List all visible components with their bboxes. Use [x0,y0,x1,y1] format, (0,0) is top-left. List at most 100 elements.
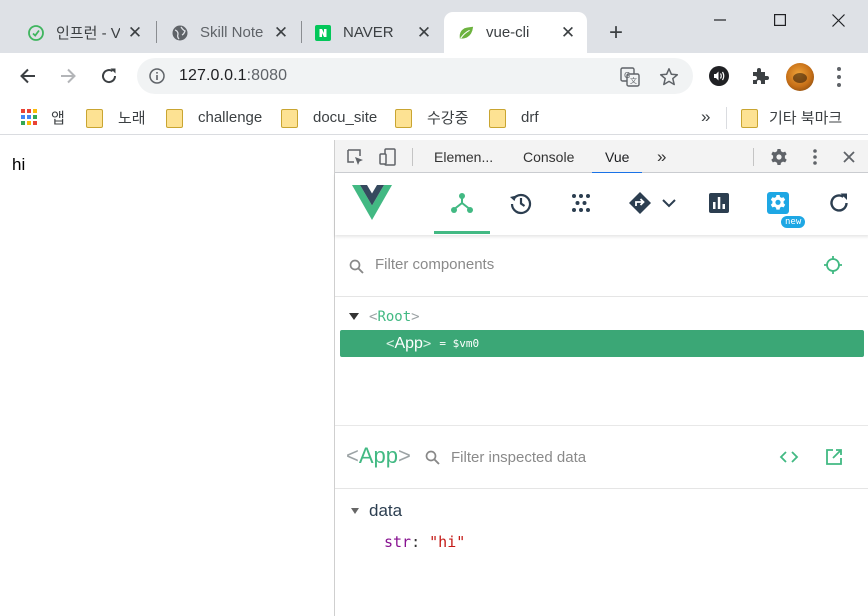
vuex-dots-icon[interactable] [567,189,595,217]
tag-close-bracket: > [422,335,432,352]
vue-logo-icon [352,185,392,225]
new-badge: new [781,216,806,228]
close-icon[interactable]: ✕ [126,23,144,42]
extensions-puzzle-icon[interactable] [748,64,772,88]
inflearn-icon [28,24,44,41]
vm-reference: = $vm0 [439,337,480,350]
menu-icon[interactable] [829,65,849,89]
app-component-name: App [394,334,423,352]
reload-button[interactable] [94,61,124,91]
toolbar-divider [753,148,754,166]
folder-icon [166,108,183,128]
new-tab-button[interactable]: + [603,19,629,46]
open-in-editor-icon[interactable] [825,448,843,471]
bookmark-label: 수강중 [427,109,469,127]
bookmarks-overflow-button[interactable]: » [701,106,710,128]
router-diamond-icon[interactable] [626,189,654,217]
spring-leaf-icon [458,25,474,41]
minimize-button[interactable] [697,0,743,40]
globe-icon [172,25,188,41]
devtools-panel: Elemen... Console Vue » new Filter compo… [334,140,868,616]
bookmark-label: 기타 북마크 [769,109,843,127]
settings-gear-icon[interactable] [768,146,790,168]
tab-title: 인프런 - V [56,25,120,42]
vue-devtools-toolbar: new [335,173,868,235]
tab-skill-note[interactable]: Skill Note ✕ [158,12,300,53]
tab-naver[interactable]: NAVER ✕ [301,12,443,53]
components-tab-icon[interactable] [434,189,490,234]
code-brackets-icon[interactable] [779,448,799,471]
tree-node-root[interactable]: < Root > [340,303,864,330]
close-devtools-icon[interactable] [838,146,860,168]
folder-icon [86,108,103,128]
component-filter-bar: Filter components [335,235,868,297]
tab-inflearn[interactable]: 인프런 - V ✕ [14,12,154,53]
bookmark-folder-challenge[interactable]: challenge [166,106,262,128]
inspector-header: <App> Filter inspected data [335,426,868,489]
avatar[interactable] [786,63,814,91]
folder-icon [489,108,506,128]
bookmark-apps[interactable]: 앱 [21,106,65,128]
close-icon[interactable]: ✕ [559,23,577,42]
performance-chart-icon[interactable] [705,189,733,217]
close-icon[interactable]: ✕ [272,23,290,42]
info-icon[interactable] [149,68,165,84]
filter-inspected-data-input[interactable]: Filter inspected data [451,449,586,466]
search-icon [425,450,440,470]
tab-vue[interactable]: Vue [592,140,643,174]
forward-button[interactable] [53,61,83,91]
bookmark-label: drf [521,108,539,126]
close-window-button[interactable] [815,0,861,40]
filter-components-input[interactable]: Filter components [375,256,494,273]
bookmark-folder-song[interactable]: 노래 [86,106,146,128]
bookmark-divider [726,107,727,129]
tag-close-bracket: > [411,308,420,325]
bookmark-other[interactable]: 기타 북마크 [741,106,842,128]
naver-icon [315,24,331,41]
kebab-menu-icon[interactable] [804,146,826,168]
browser-toolbar: 127.0.0.1:8080 G文 [0,53,868,99]
back-button[interactable] [13,61,43,91]
bookmark-folder-studying[interactable]: 수강중 [395,106,468,128]
back-arrow-icon [20,68,35,84]
bookmark-star-icon[interactable] [658,66,680,88]
expand-triangle-icon[interactable] [351,508,359,514]
svg-text:文: 文 [630,76,637,85]
more-tabs-button[interactable]: » [657,140,666,173]
folder-icon [281,108,298,128]
data-section-toggle[interactable]: data [351,501,402,521]
translate-icon[interactable]: G文 [619,66,641,88]
tree-node-app[interactable]: < App > = $vm0 [340,330,864,357]
audio-extension-icon[interactable] [707,64,731,88]
close-icon[interactable]: ✕ [415,23,433,42]
device-toolbar-icon[interactable] [377,146,399,168]
expand-triangle-icon[interactable] [349,313,359,320]
property-key: str [384,533,412,551]
search-icon [349,259,364,279]
tab-console[interactable]: Console [523,140,574,173]
data-property-row[interactable]: str: "hi" [384,533,465,551]
bookmarks-bar: 앱 노래 challenge docu_site 수강중 drf » 기타 북마… [0,99,868,135]
address-bar[interactable]: 127.0.0.1:8080 G文 [137,58,693,94]
settings-cog-icon[interactable] [764,189,792,217]
bookmark-folder-drf[interactable]: drf [489,106,539,128]
tab-title: vue-cli [486,24,530,41]
refresh-icon[interactable] [825,189,853,217]
history-icon[interactable] [507,189,535,217]
tab-vue-cli[interactable]: vue-cli ✕ [444,12,587,53]
tab-strip: 인프런 - V ✕ Skill Note ✕ NAVER ✕ vue-cli ✕… [0,0,868,53]
close-window-icon [831,13,845,27]
property-value[interactable]: "hi" [429,533,465,551]
apps-grid-icon [21,109,37,125]
root-component-name: Root [377,308,412,325]
page-text: hi [12,155,26,174]
inspected-component-name: App [358,443,399,468]
chevron-down-icon[interactable] [655,189,683,217]
bookmark-label: challenge [198,108,263,126]
bookmark-folder-docu-site[interactable]: docu_site [281,106,377,128]
tag-open-bracket: < [369,308,378,325]
select-component-target-icon[interactable] [823,255,843,280]
maximize-button[interactable] [757,0,803,40]
tab-elements[interactable]: Elemen... [434,140,493,173]
inspect-element-icon[interactable] [344,146,366,168]
